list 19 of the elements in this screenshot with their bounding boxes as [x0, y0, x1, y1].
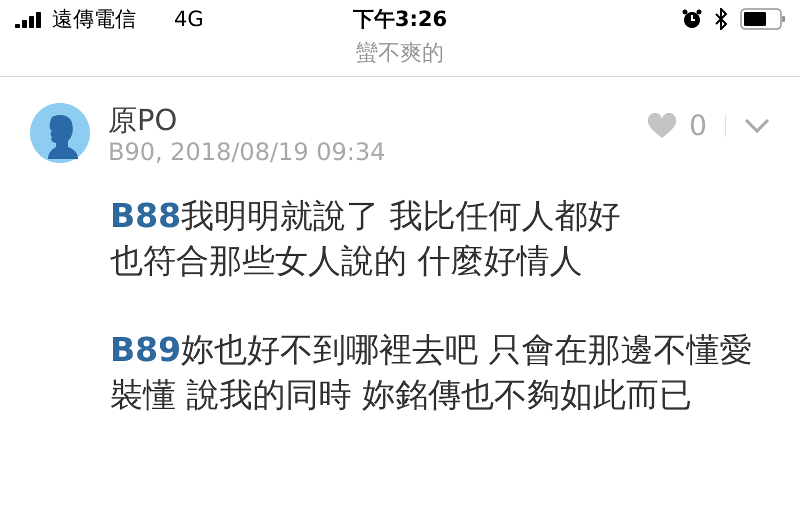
reply-text: B89妳也好不到哪裡去吧 只會在那邊不懂愛裝懂 說我的同時 妳銘傳也不夠如此而已	[110, 329, 754, 416]
author-name: 原PO	[108, 103, 178, 137]
heart-icon[interactable]	[647, 112, 678, 138]
page-title: 蠻不爽的	[355, 40, 445, 68]
avatar-icon	[30, 103, 90, 163]
reply-text: 也符合那些女人說的 什麼好情人	[110, 240, 584, 282]
clock-time: 下午3:26	[352, 6, 448, 33]
signal-icon	[14, 10, 44, 28]
floor-link[interactable]: B88	[110, 196, 182, 235]
like-count: 0	[689, 109, 707, 142]
network-type: 4G	[174, 7, 204, 31]
bluetooth-icon	[714, 8, 728, 30]
chevron-down-icon[interactable]	[744, 118, 770, 134]
alarm-clock-icon	[682, 9, 702, 29]
battery-icon	[740, 8, 786, 30]
reply-text: B88我明明就說了 我比任何人都好	[110, 195, 622, 237]
floor-link[interactable]: B89	[110, 330, 182, 369]
carrier-name: 遠傳電信	[52, 6, 136, 33]
post-meta: B90, 2018/08/19 09:34	[108, 137, 386, 167]
